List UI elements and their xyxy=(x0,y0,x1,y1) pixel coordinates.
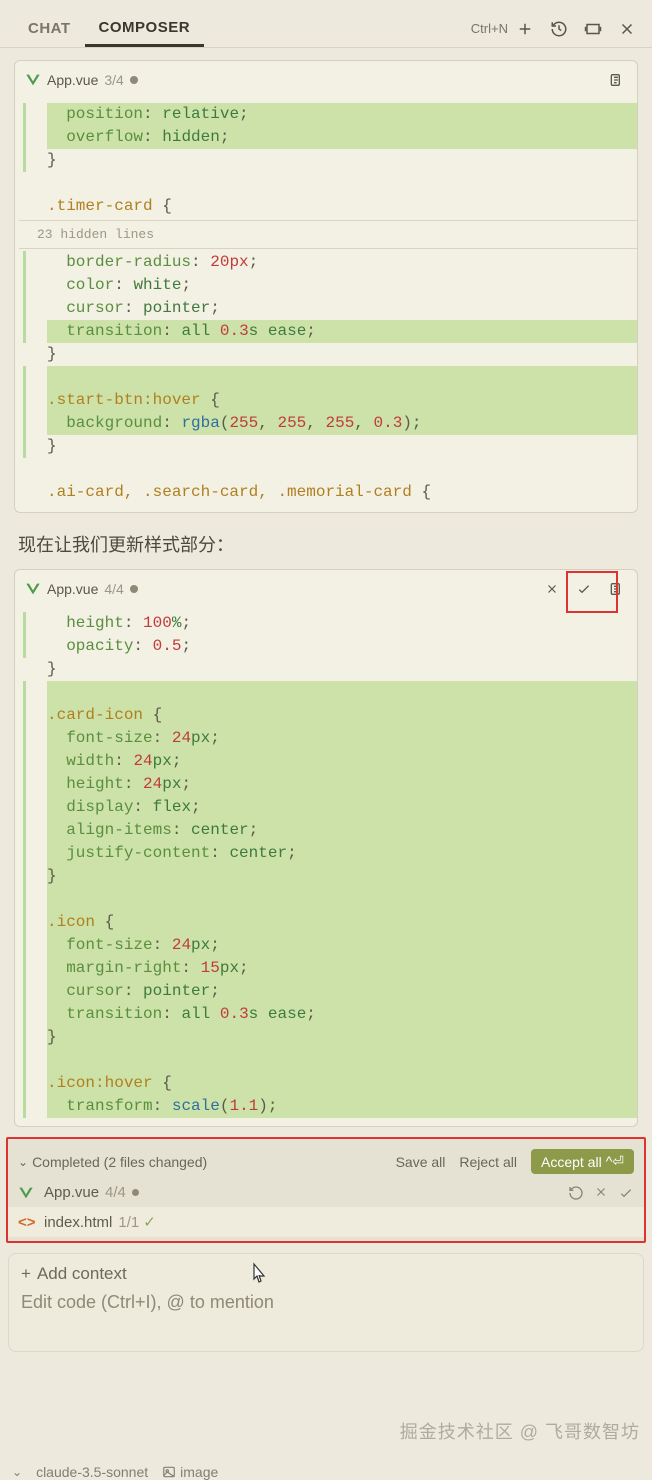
expand-icon[interactable] xyxy=(582,18,604,40)
file-step: 4/4 xyxy=(104,581,123,597)
changed-file-row[interactable]: App.vue 4/4 xyxy=(8,1178,644,1207)
filename: App.vue xyxy=(47,581,98,597)
files-changed-count: (2 files changed) xyxy=(104,1154,208,1170)
check-icon: ✓ xyxy=(143,1213,156,1231)
accept-all-button[interactable]: Accept all^⏎ xyxy=(531,1149,634,1174)
code-panel-2: App.vue 4/4 height: 100%; opacity: 0.5; … xyxy=(14,569,638,1127)
image-button[interactable]: image xyxy=(162,1464,218,1480)
add-context-button[interactable]: + Add context xyxy=(21,1264,631,1284)
model-selector[interactable]: claude-3.5-sonnet xyxy=(36,1464,148,1480)
prompt-placeholder[interactable]: Edit code (Ctrl+I), @ to mention xyxy=(21,1292,631,1313)
completed-label: Completed xyxy=(32,1154,100,1170)
revert-icon[interactable] xyxy=(568,1185,584,1201)
modified-dot-icon xyxy=(130,76,138,84)
hidden-lines[interactable]: 23 hidden lines xyxy=(19,220,637,249)
code-block: height: 100%; opacity: 0.5; } .card-icon… xyxy=(15,608,637,1126)
code-panel-1: App.vue 3/4 position: relative; overflow… xyxy=(14,60,638,513)
tab-composer[interactable]: COMPOSER xyxy=(85,11,205,47)
filename: App.vue xyxy=(47,72,98,88)
reject-all-button[interactable]: Reject all xyxy=(459,1154,517,1170)
file-step: 3/4 xyxy=(104,72,123,88)
chevron-down-icon[interactable]: ⌄ xyxy=(12,1465,22,1479)
composer-input[interactable]: + Add context Edit code (Ctrl+I), @ to m… xyxy=(8,1253,644,1352)
chevron-down-icon[interactable]: ⌄ xyxy=(18,1155,28,1169)
tab-chat[interactable]: CHAT xyxy=(14,12,85,45)
modified-dot-icon xyxy=(130,585,138,593)
assistant-message: 现在让我们更新样式部分： xyxy=(18,531,634,557)
mouse-cursor-icon xyxy=(248,1262,270,1288)
copy-icon[interactable] xyxy=(605,69,627,91)
accept-icon[interactable] xyxy=(618,1185,634,1201)
reject-icon[interactable] xyxy=(594,1185,608,1201)
save-all-button[interactable]: Save all xyxy=(396,1154,446,1170)
plus-icon: + xyxy=(21,1264,31,1284)
history-icon[interactable] xyxy=(548,18,570,40)
close-panel-icon[interactable] xyxy=(541,578,563,600)
watermark: 掘金技术社区 @ 飞哥数智坊 xyxy=(400,1418,640,1444)
annotation-highlight xyxy=(566,571,618,613)
html-icon: <> xyxy=(18,1214,36,1231)
shortcut-new: Ctrl+N xyxy=(471,21,508,36)
vue-icon xyxy=(18,1186,36,1200)
close-icon[interactable] xyxy=(616,18,638,40)
new-icon[interactable] xyxy=(514,18,536,40)
code-block: position: relative; overflow: hidden; } … xyxy=(15,99,637,512)
vue-icon xyxy=(25,73,41,87)
modified-dot-icon xyxy=(132,1189,139,1196)
vue-icon xyxy=(25,582,41,596)
completed-panel: ⌄ Completed (2 files changed) Save all R… xyxy=(6,1137,646,1243)
changed-file-row[interactable]: <> index.html 1/1 ✓ xyxy=(8,1207,644,1237)
